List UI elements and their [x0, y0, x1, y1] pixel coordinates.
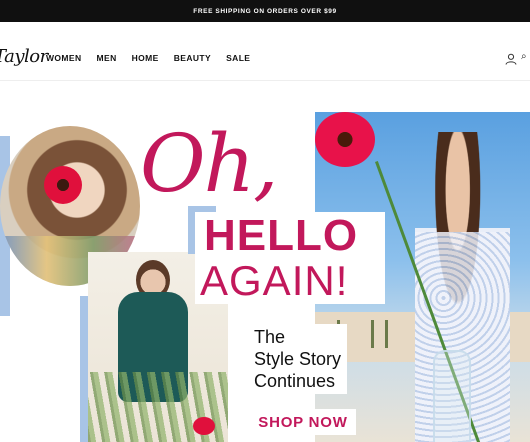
- nav-item-women[interactable]: WOMEN: [46, 53, 82, 63]
- tagline-line-3: Continues: [254, 371, 336, 391]
- hero-headline-again: AGAIN!: [200, 257, 349, 304]
- nav-item-sale[interactable]: SALE: [226, 53, 250, 63]
- rose-image: [193, 417, 215, 435]
- shop-now-button[interactable]: SHOP NOW: [250, 409, 356, 435]
- palm-tree-image: [371, 320, 374, 348]
- brand-logo[interactable]: Taylor: [0, 46, 48, 67]
- tagline-line-2: Style Story: [254, 349, 342, 369]
- tagline-line-1: The: [254, 327, 286, 347]
- gerbera-flower-image: [44, 166, 82, 204]
- nav-item-men[interactable]: MEN: [97, 53, 117, 63]
- hero-banner: Oh, HELLO AGAIN! The Style Story Continu…: [0, 80, 530, 442]
- glass-vase-image: [433, 350, 471, 442]
- script-greeting: Oh,: [140, 117, 279, 210]
- more-icon[interactable]: ⌕: [521, 51, 527, 62]
- account-icon[interactable]: [505, 53, 517, 65]
- site-header: Taylor WOMEN MEN HOME BEAUTY SALE ⌕: [0, 22, 530, 81]
- announcement-text: FREE SHIPPING ON ORDERS OVER $99: [193, 7, 337, 15]
- hero-tagline: The Style Story Continues: [250, 324, 348, 394]
- hero-script-text: Oh,: [140, 124, 279, 204]
- decorative-frame-middle: [80, 296, 88, 442]
- nav-item-home[interactable]: HOME: [132, 53, 159, 63]
- hero-headline-hello: HELLO: [204, 211, 359, 260]
- gerbera-flower-image: [315, 112, 375, 167]
- announcement-bar: FREE SHIPPING ON ORDERS OVER $99: [0, 0, 530, 22]
- main-nav: WOMEN MEN HOME BEAUTY SALE: [46, 53, 265, 63]
- palm-tree-image: [385, 320, 388, 348]
- nav-item-beauty[interactable]: BEAUTY: [174, 53, 211, 63]
